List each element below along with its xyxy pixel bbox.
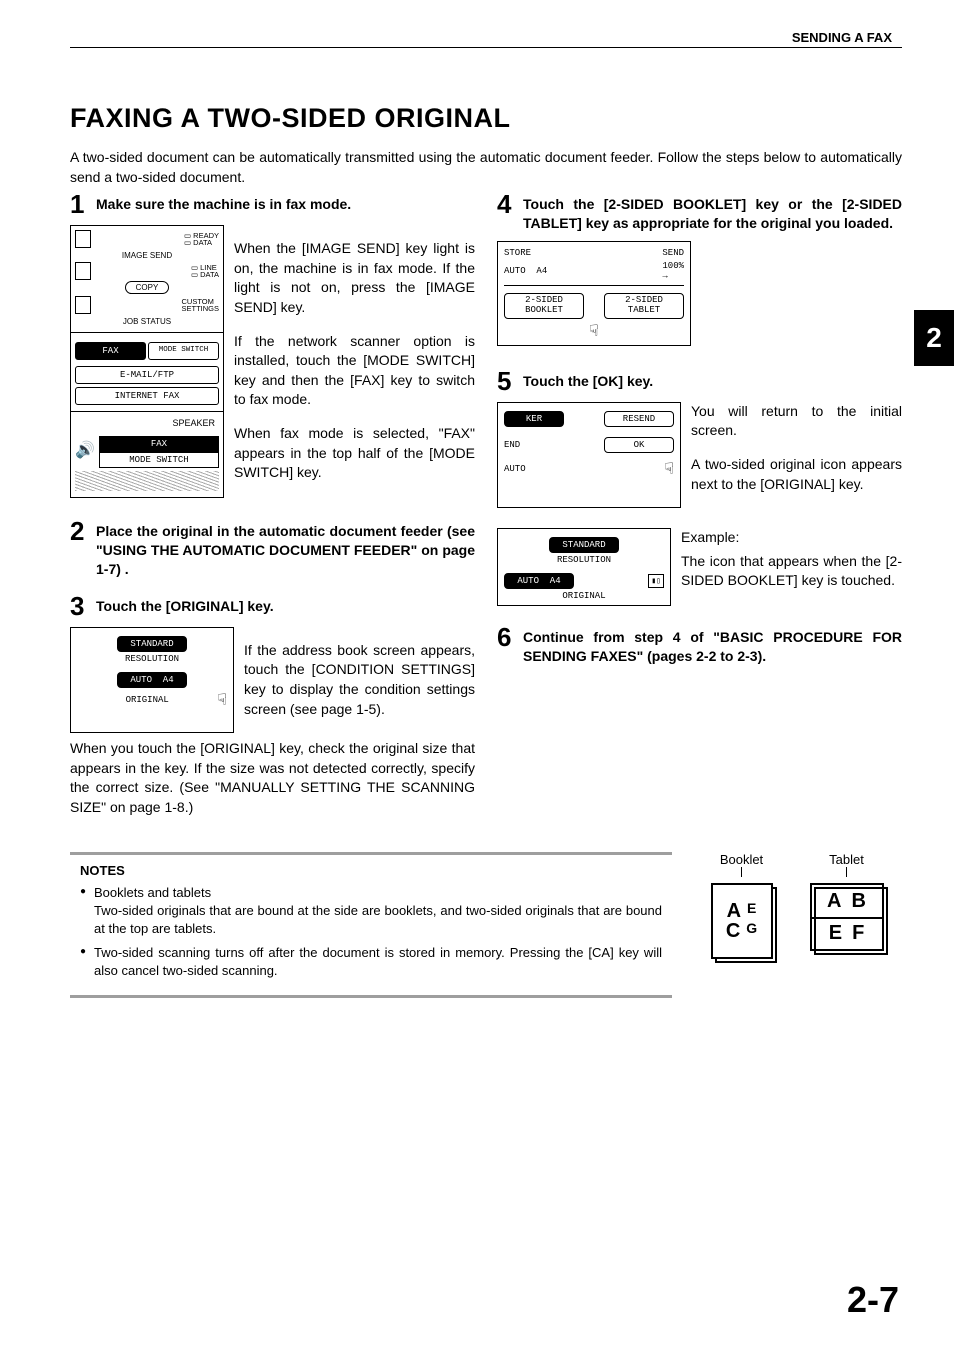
step-4-number: 4 xyxy=(497,191,523,233)
original-label: ORIGINAL xyxy=(77,695,217,705)
ok-button[interactable]: OK xyxy=(604,437,674,453)
note-1: Booklets and tablets Two-sided originals… xyxy=(80,884,662,939)
standard-pill[interactable]: STANDARD xyxy=(117,636,187,652)
2sided-icon: ▮▯ xyxy=(648,574,664,588)
auto-label-2: AUTO xyxy=(504,464,526,474)
step-5-screen-b: STANDARD RESOLUTION AUTO A4 ▮▯ ORIGINAL xyxy=(497,528,671,606)
mode-switch-indicator: MODE SWITCH xyxy=(99,452,219,468)
step-3-number: 3 xyxy=(70,593,96,619)
fax-button[interactable]: FAX xyxy=(75,342,146,360)
tablet-caption: Tablet xyxy=(810,852,884,867)
zoom-label: 100%→ xyxy=(662,261,684,281)
auto-label: AUTO xyxy=(504,266,526,276)
step-6-number: 6 xyxy=(497,624,523,666)
notes-heading: NOTES xyxy=(80,863,662,878)
email-ftp-button[interactable]: E-MAIL/FTP xyxy=(75,366,219,384)
step-5-text-2: A two-sided original icon appears next t… xyxy=(691,455,902,494)
data-label-2: DATA xyxy=(200,270,219,279)
step-1-text-1: When the [IMAGE SEND] key light is on, t… xyxy=(234,239,475,317)
internet-fax-button[interactable]: INTERNET FAX xyxy=(75,387,219,405)
example-text: The icon that appears when the [2-SIDED … xyxy=(681,552,902,591)
image-send-label: IMAGE SEND xyxy=(75,251,219,260)
touch-finger-icon: ☟ xyxy=(217,690,227,710)
auto-a4-pill-2[interactable]: AUTO A4 xyxy=(504,573,574,589)
mode-switch-button[interactable]: MODE SWITCH xyxy=(148,342,219,360)
speaker-icon: 🔊 xyxy=(75,440,95,460)
resolution-label-2: RESOLUTION xyxy=(504,555,664,565)
step-5-screen-a: KER RESEND END OK AUTO ☟ xyxy=(497,402,681,508)
booklet-caption: Booklet xyxy=(711,852,773,867)
original-label-2: ORIGINAL xyxy=(504,591,664,601)
step-5-number: 5 xyxy=(497,368,523,394)
control-panel-figure: ▭ READY▭ DATA IMAGE SEND ▭ LINE▭ DATA CO… xyxy=(70,225,224,498)
step-1-text-3: When fax mode is selected, "FAX" appears… xyxy=(234,424,475,483)
auto-a4-pill[interactable]: AUTO A4 xyxy=(117,672,187,688)
send-label: SEND xyxy=(662,248,684,258)
copy-button[interactable]: COPY xyxy=(125,281,170,294)
step-6-title: Continue from step 4 of "BASIC PROCEDURE… xyxy=(523,624,902,666)
fax-indicator: FAX xyxy=(99,436,219,452)
step-1-title: Make sure the machine is in fax mode. xyxy=(96,191,351,217)
step-1-number: 1 xyxy=(70,191,96,217)
section-header: SENDING A FAX xyxy=(70,30,902,45)
job-status-label: JOB STATUS xyxy=(75,317,219,326)
page-title: FAXING A TWO-SIDED ORIGINAL xyxy=(70,103,902,134)
chapter-tab: 2 xyxy=(914,310,954,366)
step-2-number: 2 xyxy=(70,518,96,579)
2sided-tablet-button[interactable]: 2-SIDED TABLET xyxy=(604,293,684,319)
step-4-title: Touch the [2-SIDED BOOKLET] key or the [… xyxy=(523,191,902,233)
store-label: STORE xyxy=(504,248,531,258)
header-rule xyxy=(70,47,902,48)
example-label: Example: xyxy=(681,528,902,548)
booklet-icon: AE CG xyxy=(711,883,773,959)
tablet-icon: AB EF xyxy=(810,883,884,951)
intro-text: A two-sided document can be automaticall… xyxy=(70,148,902,187)
custom-settings-label: CUSTOM SETTINGS xyxy=(181,298,219,313)
resolution-label: RESOLUTION xyxy=(77,654,227,664)
note-2: Two-sided scanning turns off after the d… xyxy=(80,944,662,980)
data-label-1: DATA xyxy=(193,238,212,247)
step-1-text-2: If the network scanner option is install… xyxy=(234,332,475,410)
step-3-text-1: If the address book screen appears, touc… xyxy=(244,641,475,719)
step-3-screen: STANDARD RESOLUTION AUTO A4 ORIGINAL ☟ xyxy=(70,627,234,733)
panel-scribble xyxy=(75,471,219,491)
step-5-title: Touch the [OK] key. xyxy=(523,368,653,394)
booklet-tablet-figure: Booklet AE CG Tablet AB EF xyxy=(692,852,902,998)
a4-label: A4 xyxy=(536,266,547,276)
2sided-booklet-button[interactable]: 2-SIDED BOOKLET xyxy=(504,293,584,319)
touch-finger-icon: ☟ xyxy=(589,323,599,341)
standard-pill-2[interactable]: STANDARD xyxy=(549,537,619,553)
resend-button[interactable]: RESEND xyxy=(604,411,674,427)
step-5-text-1: You will return to the initial screen. xyxy=(691,402,902,441)
page-number: 2-7 xyxy=(847,1279,899,1321)
step-3-title: Touch the [ORIGINAL] key. xyxy=(96,593,274,619)
end-label: END xyxy=(504,440,520,450)
touch-finger-icon: ☟ xyxy=(664,459,674,479)
step-2-title: Place the original in the automatic docu… xyxy=(96,518,475,579)
step-3-text-2: When you touch the [ORIGINAL] key, check… xyxy=(70,739,475,817)
speaker-label: SPEAKER xyxy=(75,418,219,428)
notes-box: NOTES Booklets and tablets Two-sided ori… xyxy=(70,852,672,998)
ker-pill: KER xyxy=(504,411,564,427)
step-4-screen: STORE SEND AUTO A4 100%→ 2-SIDED BOOKLET… xyxy=(497,241,691,346)
